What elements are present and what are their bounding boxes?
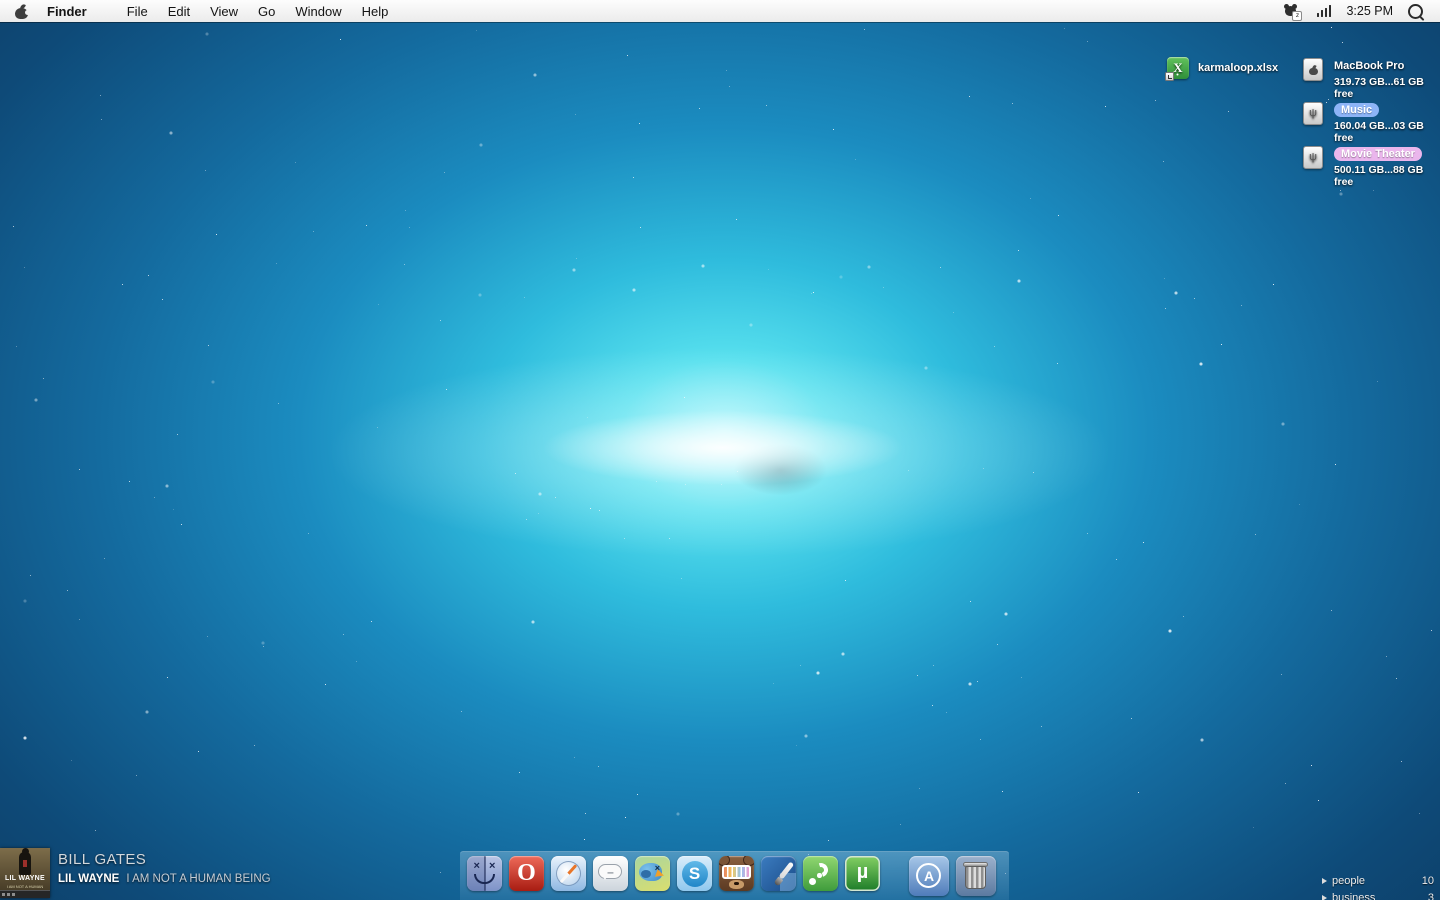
trash-icon — [956, 856, 996, 896]
tag-row-business[interactable]: business 3 — [1322, 889, 1434, 900]
usb-drive-icon — [1303, 146, 1323, 169]
safari-icon — [551, 856, 586, 891]
internal-drive-icon — [1303, 58, 1323, 81]
track-artist: LIL WAYNE — [58, 873, 119, 885]
album-art-title: LIL WAYNE — [0, 875, 50, 882]
menu-list: File Edit View Go Window Help — [107, 4, 389, 19]
menu-window[interactable]: Window — [295, 4, 341, 19]
album-art: LIL WAYNE I AM NOT A HUMAN BEING — [0, 848, 50, 898]
dock: × × O – × S — [460, 851, 1009, 900]
finder-icon: × × — [467, 856, 502, 891]
desktop-file-karmaloop[interactable]: X karmaloop.xlsx — [1167, 57, 1278, 79]
disclosure-triangle-icon[interactable] — [1322, 878, 1327, 884]
dock-item-messenger-app[interactable] — [803, 856, 838, 891]
paintbrush-icon — [761, 856, 796, 891]
tag-row-people[interactable]: people 10 — [1322, 872, 1434, 889]
desktop-drive-movie-theater[interactable]: Movie Theater 500.11 GB...88 GB free — [1303, 146, 1440, 188]
dock-item-paintbrush-app[interactable] — [761, 856, 796, 891]
dock-item-opera[interactable]: O — [509, 856, 544, 891]
green-swirl-icon — [803, 856, 838, 891]
track-album: I AM NOT A HUMAN BEING — [126, 873, 270, 885]
dock-item-trash[interactable] — [956, 856, 996, 896]
spotlight-icon[interactable] — [1408, 4, 1423, 19]
signal-bars-icon[interactable] — [1315, 5, 1331, 17]
menu-bar: Finder File Edit View Go Window Help z 3… — [0, 0, 1440, 22]
app-store-icon: A — [909, 856, 949, 896]
dock-item-bear-app[interactable] — [719, 856, 754, 891]
now-playing-widget[interactable]: LIL WAYNE I AM NOT A HUMAN BEING BILL GA… — [0, 848, 271, 898]
drive-free-space: 500.11 GB...88 GB free — [1334, 164, 1440, 188]
menu-help[interactable]: Help — [362, 4, 389, 19]
utorrent-icon: µ — [845, 856, 880, 891]
menu-bar-clock[interactable]: 3:25 PM — [1346, 4, 1393, 18]
dock-item-utorrent[interactable]: µ — [845, 856, 880, 891]
menu-bar-status-area: z 3:25 PM — [1268, 4, 1427, 19]
bear-shades-icon — [719, 856, 754, 891]
usb-drive-icon — [1303, 102, 1323, 125]
tag-label: people — [1332, 875, 1422, 887]
drive-name: Movie Theater — [1334, 147, 1422, 161]
drive-free-space: 160.04 GB...03 GB free — [1334, 120, 1440, 144]
skype-icon: S — [677, 856, 712, 891]
disclosure-triangle-icon[interactable] — [1322, 895, 1327, 900]
apple-menu-icon[interactable] — [15, 4, 28, 19]
desktop-wallpaper: X karmaloop.xlsx MacBook Pro 319.73 GB..… — [0, 22, 1440, 900]
desktop-drive-music[interactable]: Music 160.04 GB...03 GB free — [1303, 102, 1440, 144]
dock-item-messages[interactable]: – — [593, 856, 628, 891]
creature-z-icon[interactable]: z — [1283, 4, 1300, 19]
dock-item-safari[interactable] — [551, 856, 586, 891]
chat-bubble-icon: – — [593, 856, 628, 891]
alias-badge-icon — [1165, 72, 1174, 81]
album-art-bar — [0, 890, 50, 898]
opera-icon: O — [509, 856, 544, 891]
tag-label: business — [1332, 892, 1428, 900]
drive-name: MacBook Pro — [1334, 59, 1404, 73]
tag-list-widget: people 10 business 3 lol 1 — [1322, 872, 1434, 900]
album-art-figure — [19, 852, 31, 875]
dock-item-app-store[interactable]: A — [909, 856, 949, 896]
starfield-bright — [0, 22, 2, 24]
tag-count: 3 — [1428, 892, 1434, 900]
dock-item-skype[interactable]: S — [677, 856, 712, 891]
menu-file[interactable]: File — [127, 4, 148, 19]
desktop-drive-macbook-pro[interactable]: MacBook Pro 319.73 GB...61 GB free — [1303, 58, 1440, 100]
macos-desktop: Finder File Edit View Go Window Help z 3… — [0, 0, 1440, 900]
menu-go[interactable]: Go — [258, 4, 275, 19]
excel-file-icon: X — [1167, 57, 1189, 79]
tag-count: 10 — [1422, 875, 1434, 887]
drive-free-space: 319.73 GB...61 GB free — [1334, 76, 1440, 100]
menu-edit[interactable]: Edit — [168, 4, 190, 19]
track-title: BILL GATES — [58, 851, 271, 868]
file-name: karmaloop.xlsx — [1198, 62, 1278, 74]
starfield — [0, 22, 1, 23]
menu-view[interactable]: View — [210, 4, 238, 19]
active-app-name[interactable]: Finder — [47, 4, 87, 19]
twitter-bird-icon: × — [635, 856, 670, 891]
dock-item-twitter[interactable]: × — [635, 856, 670, 891]
dock-item-finder[interactable]: × × — [467, 856, 502, 891]
drive-name: Music — [1334, 103, 1379, 117]
